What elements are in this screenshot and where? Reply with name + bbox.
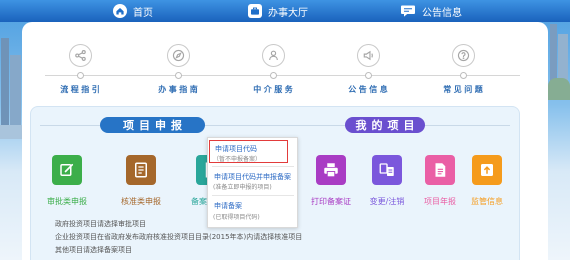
my-projects-heading: 我的项目 [345, 117, 425, 133]
tile-label: 核准类申报 [121, 197, 161, 206]
apply-filing-option[interactable]: 申请备案 (已取得项目代码) [209, 198, 295, 224]
nav-service-hall[interactable]: 办事大厅 [248, 4, 308, 19]
quick-link-intermediary-service[interactable]: 中介服务 [243, 44, 303, 94]
option-subtitle: (准备立即申报的项目) [213, 184, 272, 191]
option-title: 申请项目代码 [215, 145, 257, 153]
approval-declare-button[interactable]: 审批类申报 [39, 155, 95, 206]
option-divider [212, 195, 294, 196]
speaker-icon [356, 44, 380, 67]
quick-link-label: 办事指南 [158, 85, 201, 94]
home-icon [113, 4, 127, 18]
option-title: 申请项目代码并申报备案 [214, 173, 291, 181]
supervision-info-button[interactable]: 监管信息 [459, 155, 515, 206]
print-certificate-button[interactable]: 打印备案证 [303, 155, 359, 206]
quick-link-label: 流程指引 [60, 85, 103, 94]
verification-declare-button[interactable]: 核准类申报 [113, 155, 169, 206]
briefcase-icon [248, 4, 262, 18]
question-icon [451, 44, 475, 67]
timeline-dot [76, 72, 84, 79]
chat-icon [400, 4, 416, 18]
quick-link-process-guide[interactable]: 流程指引 [50, 44, 110, 94]
nav-announcements[interactable]: 公告信息 [400, 4, 462, 19]
note-line: 其他项目请选择备案项目 [55, 246, 132, 254]
compass-icon [166, 44, 190, 67]
nav-label: 首页 [133, 7, 153, 19]
apply-code-and-file-option[interactable]: 申请项目代码并申报备案 (准备立即申报的项目) [209, 169, 295, 193]
timeline-dot [459, 72, 467, 79]
timeline-dot [269, 72, 277, 79]
quick-link-faq[interactable]: 常见问题 [433, 44, 493, 94]
nav-label: 公告信息 [422, 7, 462, 19]
apply-project-code-option[interactable]: 申请项目代码 （暂不申报备案） [209, 140, 288, 163]
change-cancel-button[interactable]: 变更/注销 [359, 155, 415, 206]
quick-link-label: 公告信息 [348, 85, 391, 94]
option-divider [212, 166, 294, 167]
printer-icon [316, 155, 346, 185]
filing-dropdown: 申请项目代码 （暂不申报备案） 申请项目代码并申报备案 (准备立即申报的项目) … [207, 137, 298, 228]
note-line: 企业投资项目在省政府发布政府核准投资项目目录(2015年本)内请选择核准项目 [55, 233, 303, 241]
support-icon [261, 44, 285, 67]
quick-link-service-guide[interactable]: 办事指南 [148, 44, 208, 94]
quick-link-announcements[interactable]: 公告信息 [338, 44, 398, 94]
timeline-dot [174, 72, 182, 79]
top-nav-bar: 首页 办事大厅 公告信息 [0, 0, 570, 22]
quick-link-label: 常见问题 [443, 85, 486, 94]
report-icon [425, 155, 455, 185]
option-subtitle: (已取得项目代码) [213, 214, 260, 221]
edit-icon [52, 155, 82, 185]
tile-label: 审批类申报 [47, 197, 87, 206]
upload-icon [472, 155, 502, 185]
document-list-icon [126, 155, 156, 185]
project-declare-heading: 项目申报 [100, 117, 205, 133]
nav-label: 办事大厅 [268, 7, 308, 19]
option-subtitle: （暂不申报备案） [213, 156, 262, 163]
tile-label: 变更/注销 [369, 197, 405, 206]
tile-label: 打印备案证 [311, 197, 351, 206]
share-icon [68, 44, 92, 67]
tile-label: 监管信息 [471, 197, 503, 206]
option-title: 申请备案 [214, 202, 242, 210]
quick-link-label: 中介服务 [253, 85, 296, 94]
nav-home[interactable]: 首页 [113, 4, 153, 19]
swap-icon [372, 155, 402, 185]
timeline-dot [364, 72, 372, 79]
